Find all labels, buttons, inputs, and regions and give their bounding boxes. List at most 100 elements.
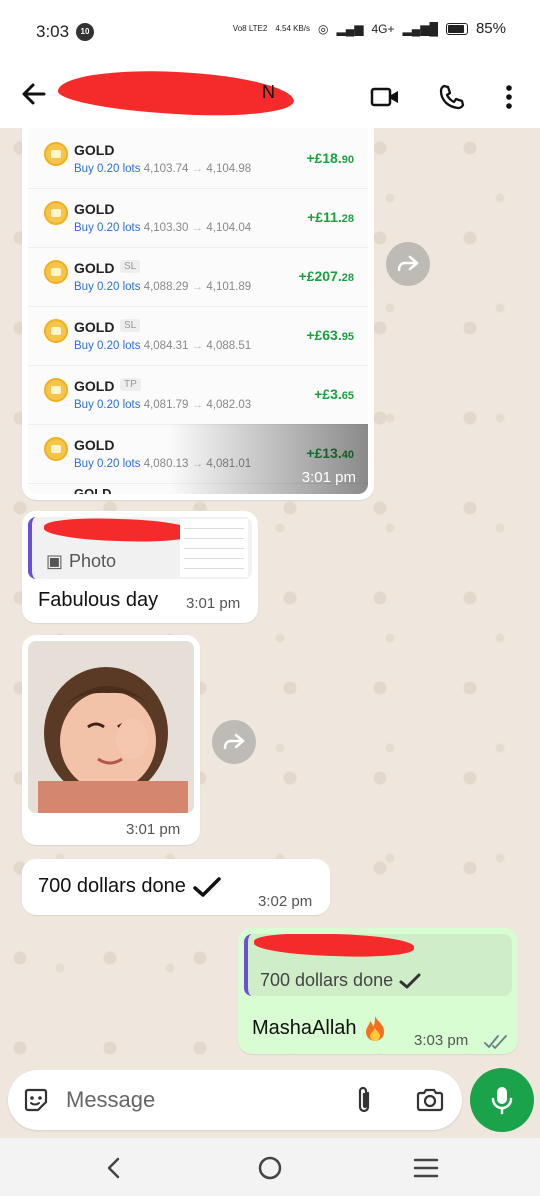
trade-profit: +£207.28 bbox=[299, 268, 354, 284]
network-speed: 4.54 KB/s bbox=[275, 24, 311, 33]
message-time: 3:02 pm bbox=[258, 893, 313, 910]
back-arrow-icon[interactable] bbox=[18, 78, 50, 110]
system-nav-bar bbox=[0, 1138, 540, 1196]
trade-symbol: GOLD bbox=[74, 142, 115, 158]
notification-badge: 10 bbox=[76, 23, 94, 41]
contact-name-fragment: N bbox=[262, 82, 275, 102]
chat-area[interactable]: GOLD Buy 0.20 lots 4,103.74 → 4,104.98 +£1… bbox=[0, 128, 540, 1068]
message-time: 3:01 pm bbox=[186, 595, 241, 612]
hotspot-icon: ◎ bbox=[318, 21, 329, 36]
trade-open-price: 4,084.31 bbox=[143, 340, 189, 352]
forward-button[interactable] bbox=[386, 242, 430, 286]
trade-detail: Buy 0.20 lots 4,084.31 → 4,088.51 bbox=[74, 340, 251, 352]
nav-home-icon[interactable] bbox=[254, 1152, 286, 1184]
trade-symbol: GOLD bbox=[74, 260, 115, 276]
gold-coin-icon bbox=[44, 201, 68, 225]
check-mark-icon bbox=[399, 973, 421, 988]
trade-profit: +£18.90 bbox=[306, 150, 354, 166]
attach-icon[interactable] bbox=[348, 1084, 380, 1116]
battery-percent: 85% bbox=[475, 20, 506, 37]
arrow-right-icon: → bbox=[191, 163, 204, 175]
trade-profit: +£3.65 bbox=[314, 386, 354, 402]
trade-detail: Buy 0.20 lots 4,103.74 → 4,104.98 bbox=[74, 163, 251, 175]
trade-row: GOLD Buy 0.20 lots 4,103.30 → 4,104.04 +£1… bbox=[28, 189, 368, 248]
quoted-label-text: Photo bbox=[69, 551, 117, 571]
message-text: MashaAllah bbox=[252, 1016, 357, 1039]
mic-button[interactable] bbox=[470, 1068, 534, 1132]
quoted-message[interactable]: ▣ Photo bbox=[28, 517, 252, 579]
trade-close-price: 4,082.03 bbox=[206, 399, 252, 411]
trade-side: Buy 0.20 lots bbox=[74, 163, 141, 175]
image-message-trades[interactable]: GOLD Buy 0.20 lots 4,103.74 → 4,104.98 +£1… bbox=[22, 128, 374, 500]
message-body: MashaAllah bbox=[252, 1014, 387, 1042]
trade-close-price: 4,101.89 bbox=[206, 281, 252, 293]
nav-recents-icon[interactable] bbox=[410, 1152, 442, 1184]
quoted-text: 700 dollars done bbox=[260, 970, 421, 991]
profit-cents: 65 bbox=[341, 390, 354, 402]
gold-coin-icon bbox=[44, 260, 68, 284]
profit-cents: 90 bbox=[341, 154, 354, 166]
status-bar: 3:03 10 Vo8 LTE2 4.54 KB/s ◎ ▂▄▆ 4G+ ▂▄▆… bbox=[0, 0, 540, 64]
trade-side: Buy 0.20 lots bbox=[74, 399, 141, 411]
arrow-right-icon: → bbox=[191, 340, 204, 352]
photo-icon: ▣ bbox=[46, 551, 64, 571]
message-time: 3:01 pm bbox=[126, 821, 181, 838]
trade-row: GOLD Buy 0.20 lots 4,103.74 → 4,104.98 +£1… bbox=[28, 130, 368, 189]
profit-cents: 28 bbox=[341, 272, 354, 284]
trade-profit: +£63.95 bbox=[306, 327, 354, 343]
trades-screenshot[interactable]: GOLD Buy 0.20 lots 4,103.74 → 4,104.98 +£1… bbox=[28, 128, 368, 494]
trade-close-price: 4,088.51 bbox=[206, 340, 252, 352]
trade-close-price: 4,104.04 bbox=[206, 222, 252, 234]
trade-row: GOLD TP Buy 0.20 lots 4,081.79 → 4,082.03 +… bbox=[28, 366, 368, 425]
video-call-icon[interactable] bbox=[368, 80, 402, 114]
profit-main: +£11. bbox=[307, 209, 342, 225]
message-composer bbox=[8, 1070, 462, 1130]
camera-icon[interactable] bbox=[414, 1084, 446, 1116]
microphone-icon bbox=[491, 1087, 513, 1115]
status-indicators: Vo8 LTE2 4.54 KB/s ◎ ▂▄▆ 4G+ ▂▄▆█ 85% bbox=[233, 20, 506, 37]
arrow-right-icon: → bbox=[191, 281, 204, 293]
check-mark-icon bbox=[193, 876, 221, 897]
quoted-message[interactable]: 700 dollars done bbox=[244, 934, 512, 996]
trade-close-price: 4,104.98 bbox=[206, 163, 252, 175]
nav-back-icon[interactable] bbox=[98, 1152, 130, 1184]
voice-call-icon[interactable] bbox=[434, 80, 468, 114]
gold-coin-icon bbox=[44, 378, 68, 402]
profit-main: +£3. bbox=[314, 386, 342, 402]
forward-button[interactable] bbox=[212, 720, 256, 764]
quoted-thumbnail bbox=[180, 519, 248, 577]
trade-tag: SL bbox=[120, 260, 141, 273]
redacted-sender-name bbox=[43, 517, 195, 544]
profit-main: +£207. bbox=[298, 268, 342, 284]
sticker-icon[interactable] bbox=[20, 1084, 52, 1116]
image-message-photo[interactable]: 3:01 pm bbox=[22, 635, 200, 845]
trade-detail: Buy 0.20 lots 4,081.79 → 4,082.03 bbox=[74, 399, 251, 411]
battery-icon bbox=[445, 22, 468, 35]
message-input[interactable] bbox=[66, 1085, 326, 1115]
trade-side: Buy 0.20 lots bbox=[74, 281, 141, 293]
trade-symbol: GOLD bbox=[74, 201, 115, 217]
message-text: Fabulous day bbox=[38, 589, 159, 611]
more-options-icon[interactable] bbox=[492, 80, 526, 114]
network-type: 4G+ bbox=[371, 21, 395, 36]
text-message[interactable]: 700 dollars done 3:02 pm bbox=[22, 859, 330, 915]
trade-side: Buy 0.20 lots bbox=[74, 222, 141, 234]
message-time: 3:03 pm bbox=[414, 1032, 469, 1049]
trade-side: Buy 0.20 lots bbox=[74, 340, 141, 352]
outgoing-message[interactable]: 700 dollars done MashaAllah 3:03 pm bbox=[238, 928, 518, 1054]
profit-main: +£18. bbox=[306, 150, 342, 166]
trade-open-price: 4,103.74 bbox=[143, 163, 189, 175]
arrow-right-icon: → bbox=[191, 399, 204, 411]
gold-coin-icon bbox=[44, 142, 68, 166]
trade-symbol: GOLD bbox=[74, 319, 115, 335]
status-time: 3:03 bbox=[36, 22, 70, 41]
trade-open-price: 4,088.29 bbox=[143, 281, 189, 293]
profit-main: +£63. bbox=[306, 327, 342, 343]
gold-coin-icon bbox=[44, 319, 68, 343]
trade-tag: SL bbox=[120, 319, 141, 332]
trade-symbol: GOLD bbox=[74, 437, 115, 453]
trade-symbol-cut: GOLD bbox=[74, 486, 112, 494]
reply-message[interactable]: ▣ Photo Fabulous day 3:01 pm bbox=[22, 511, 258, 623]
fire-icon bbox=[365, 1016, 384, 1041]
photo-child[interactable] bbox=[28, 641, 194, 813]
